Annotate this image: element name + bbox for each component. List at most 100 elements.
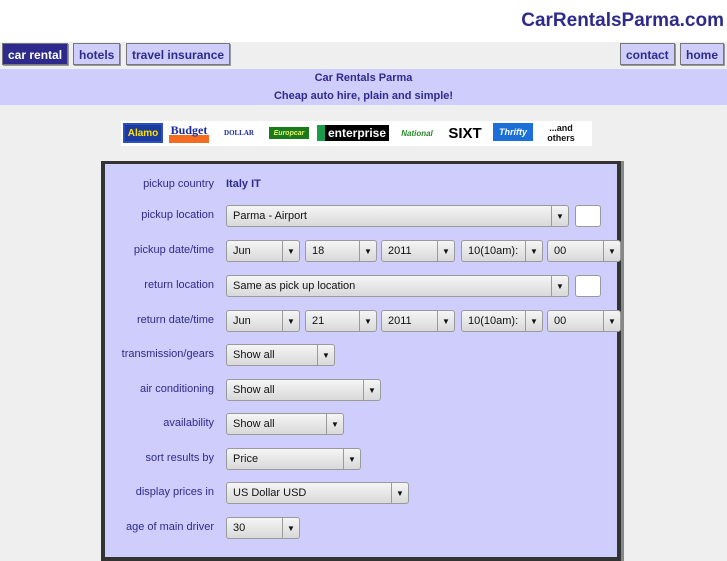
label-availability: availability (163, 417, 214, 429)
pickup-location-extra-box[interactable] (575, 205, 601, 227)
label-sort-by: sort results by (145, 452, 214, 464)
thrifty-logo: Thrifty (493, 123, 533, 141)
nav-hotels[interactable]: hotels (73, 43, 121, 65)
transmission-select[interactable]: Show all ▼ (226, 344, 335, 366)
pickup-day-value: 18 (312, 245, 325, 257)
header: CarRentalsParma.com (0, 0, 727, 42)
chevron-down-icon: ▼ (525, 311, 542, 331)
site-title: CarRentalsParma.com (521, 10, 724, 31)
row-pickup-location: pickup location Parma - Airport ▼ (105, 205, 617, 227)
driver-age-value: 30 (233, 522, 246, 534)
air-conditioning-value: Show all (233, 384, 275, 396)
return-minute-value: 00 (554, 315, 567, 327)
row-transmission: transmission/gears Show all ▼ (105, 344, 617, 366)
banner-tagline: Cheap auto hire, plain and simple! (273, 90, 454, 102)
pickup-day-select[interactable]: 18 ▼ (305, 240, 377, 262)
label-transmission: transmission/gears (121, 348, 214, 360)
chevron-down-icon: ▼ (551, 206, 568, 226)
return-minute-select[interactable]: 00 ▼ (547, 310, 621, 332)
row-pickup-country: pickup country Italy IT (105, 174, 617, 196)
pickup-minute-select[interactable]: 00 ▼ (547, 240, 621, 262)
row-currency: display prices in US Dollar USD ▼ (105, 482, 617, 504)
europcar-logo: Europcar (269, 127, 309, 139)
availability-value: Show all (233, 418, 275, 430)
label-pickup-location: pickup location (141, 209, 214, 221)
chevron-down-icon: ▼ (282, 518, 299, 538)
row-sort-by: sort results by Price ▼ (105, 448, 617, 470)
pickup-minute-value: 00 (554, 245, 567, 257)
dollar-logo: DOLLAR (224, 129, 254, 137)
chevron-down-icon: ▼ (437, 241, 454, 261)
transmission-value: Show all (233, 349, 275, 361)
banner-title: Car Rentals Parma (314, 72, 413, 84)
pickup-country-value: Italy IT (226, 178, 261, 190)
chevron-down-icon: ▼ (359, 241, 376, 261)
air-conditioning-select[interactable]: Show all ▼ (226, 379, 381, 401)
banner: Car Rentals Parma Cheap auto hire, plain… (0, 69, 727, 105)
return-location-value: Same as pick up location (233, 280, 356, 292)
pickup-month-value: Jun (233, 245, 251, 257)
return-location-select[interactable]: Same as pick up location ▼ (226, 275, 569, 297)
alamo-logo: Alamo (123, 123, 163, 143)
row-availability: availability Show all ▼ (105, 413, 617, 435)
return-month-value: Jun (233, 315, 251, 327)
national-logo: National (401, 128, 433, 138)
row-return-location: return location Same as pick up location… (105, 275, 617, 297)
chevron-down-icon: ▼ (525, 241, 542, 261)
sort-by-value: Price (233, 453, 259, 465)
chevron-down-icon: ▼ (282, 241, 299, 261)
chevron-down-icon: ▼ (391, 483, 408, 503)
chevron-down-icon: ▼ (603, 311, 620, 331)
chevron-down-icon: ▼ (551, 276, 568, 296)
row-return-datetime: return date/time Jun ▼ 21 ▼ 2011 ▼ 10(10am)… (105, 310, 621, 332)
label-pickup-datetime: pickup date/time (133, 244, 214, 256)
pickup-month-select[interactable]: Jun ▼ (226, 240, 300, 262)
pickup-year-select[interactable]: 2011 ▼ (381, 240, 455, 262)
pickup-hour-value: 10(10am): (468, 245, 519, 257)
budget-logo: Budget (169, 123, 209, 143)
availability-select[interactable]: Show all ▼ (226, 413, 344, 435)
return-location-extra-box[interactable] (575, 275, 601, 297)
search-form: pickup country Italy IT pickup location … (101, 161, 621, 561)
and-others-text: ...and others (547, 123, 575, 143)
driver-age-select[interactable]: 30 ▼ (226, 517, 300, 539)
currency-value: US Dollar USD (233, 487, 307, 499)
label-pickup-country: pickup country (143, 178, 214, 190)
return-month-select[interactable]: Jun ▼ (226, 310, 300, 332)
sixt-logo: SIXT (448, 124, 482, 142)
return-hour-select[interactable]: 10(10am): ▼ (461, 310, 543, 332)
row-driver-age: age of main driver 30 ▼ (105, 517, 617, 539)
nav-contact[interactable]: contact (620, 43, 675, 65)
return-hour-value: 10(10am): (468, 315, 519, 327)
nav-car-rental[interactable]: car rental (2, 43, 69, 65)
nav-home[interactable]: home (680, 43, 725, 65)
chevron-down-icon: ▼ (282, 311, 299, 331)
chevron-down-icon: ▼ (326, 414, 343, 434)
chevron-down-icon: ▼ (603, 241, 620, 261)
return-year-value: 2011 (388, 315, 412, 327)
label-return-location: return location (144, 279, 214, 291)
pickup-hour-select[interactable]: 10(10am): ▼ (461, 240, 543, 262)
pickup-year-value: 2011 (388, 245, 412, 257)
supplier-logos: Alamo Budget DOLLAR Europcar enterprise … (121, 121, 592, 146)
nav-bar: car rental hotels travel insurance conta… (0, 43, 727, 69)
label-currency: display prices in (135, 486, 214, 498)
label-return-datetime: return date/time (136, 314, 214, 326)
return-day-value: 21 (312, 315, 325, 327)
label-air-conditioning: air conditioning (140, 383, 214, 395)
enterprise-logo: enterprise (317, 125, 389, 141)
chevron-down-icon: ▼ (437, 311, 454, 331)
chevron-down-icon: ▼ (363, 380, 380, 400)
pickup-location-select[interactable]: Parma - Airport ▼ (226, 205, 569, 227)
row-pickup-datetime: pickup date/time Jun ▼ 18 ▼ 2011 ▼ 10(10am)… (105, 240, 621, 262)
chevron-down-icon: ▼ (317, 345, 334, 365)
return-day-select[interactable]: 21 ▼ (305, 310, 377, 332)
currency-select[interactable]: US Dollar USD ▼ (226, 482, 409, 504)
chevron-down-icon: ▼ (343, 449, 360, 469)
nav-travel-insurance[interactable]: travel insurance (126, 43, 231, 65)
return-year-select[interactable]: 2011 ▼ (381, 310, 455, 332)
sort-by-select[interactable]: Price ▼ (226, 448, 361, 470)
chevron-down-icon: ▼ (359, 311, 376, 331)
label-driver-age: age of main driver (125, 521, 214, 533)
pickup-location-value: Parma - Airport (233, 210, 307, 222)
